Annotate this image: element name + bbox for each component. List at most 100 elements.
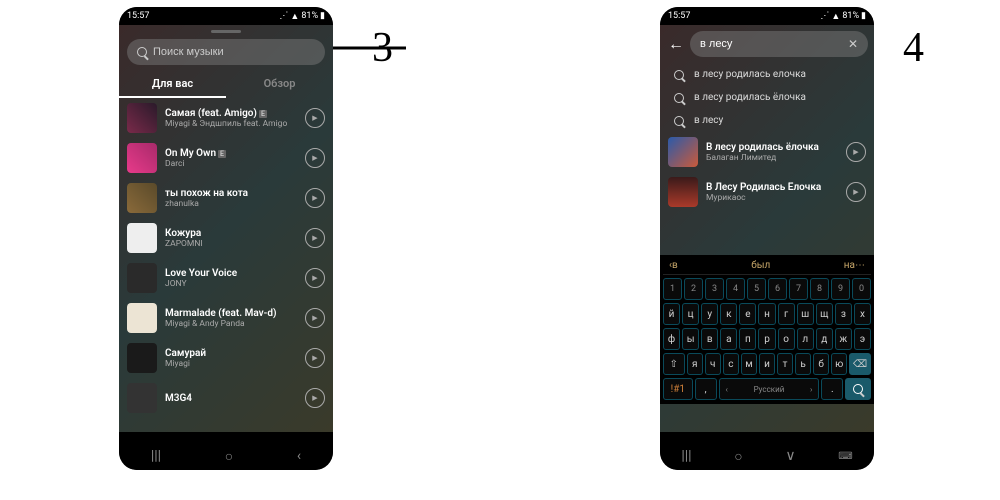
track-row[interactable]: СамурайMiyagi [119,338,333,378]
track-title: On My Own [165,148,216,159]
mini-player[interactable] [119,432,333,442]
keyboard[interactable]: ‹ в был на ⋯ 1234567890 йцукенгшщзх фыва… [660,255,874,404]
track-artist: Miyagi & Andy Panda [165,319,297,329]
play-button[interactable] [846,142,866,162]
key-ы[interactable]: ы [682,328,699,350]
track-title: M3G4 [165,393,297,404]
search-input[interactable] [700,38,842,50]
key-ж[interactable]: ж [835,328,852,350]
key-comma[interactable]: , [695,378,717,400]
track-row[interactable]: Love Your VoiceJONY [119,258,333,298]
key-ш[interactable]: ш [797,303,814,325]
key-7[interactable]: 7 [789,278,808,300]
battery-label: 81% [301,11,318,21]
more-icon[interactable]: ⋯ [855,260,865,271]
key-д[interactable]: д [816,328,833,350]
key-э[interactable]: э [854,328,871,350]
back-button[interactable]: ← [668,34,684,54]
key-я[interactable]: я [687,353,703,375]
key-к[interactable]: к [720,303,737,325]
search-field[interactable]: ✕ [690,31,868,57]
key-г[interactable]: г [778,303,795,325]
key-ь[interactable]: ь [795,353,811,375]
track-row[interactable]: Marmalade (feat. Mav-d)Miyagi & Andy Pan… [119,298,333,338]
play-button[interactable] [305,228,325,248]
key-и[interactable]: и [759,353,775,375]
key-ф[interactable]: ф [663,328,680,350]
track-row[interactable]: ты похож на котаzhanulka [119,178,333,218]
key-9[interactable]: 9 [831,278,850,300]
key-2[interactable]: 2 [684,278,703,300]
play-button[interactable] [305,388,325,408]
nav-home-icon[interactable]: ○ [225,448,233,465]
key-4[interactable]: 4 [726,278,745,300]
key-р[interactable]: р [758,328,775,350]
key-щ[interactable]: щ [816,303,833,325]
key-т[interactable]: т [777,353,793,375]
play-button[interactable] [305,188,325,208]
key-з[interactable]: з [835,303,852,325]
key-3[interactable]: 3 [705,278,724,300]
clear-icon[interactable]: ✕ [848,37,858,51]
key-м[interactable]: м [741,353,757,375]
key-н[interactable]: н [758,303,775,325]
key-search[interactable] [845,378,871,400]
nav-recent-icon[interactable]: ||| [151,448,161,464]
nav-recent-icon[interactable]: ||| [681,448,691,464]
suggestion-row[interactable]: в лесу родилась ёлочка [660,86,874,109]
key-1[interactable]: 1 [663,278,682,300]
album-art [127,103,157,133]
nav-back-icon[interactable]: ‹ [297,448,301,464]
key-й[interactable]: й [663,303,680,325]
result-row[interactable]: В Лесу Родилась ЁлочкаМурикаос [660,172,874,212]
play-button[interactable] [846,182,866,202]
tab-browse[interactable]: Обзор [226,71,333,98]
key-space[interactable]: Русский [719,378,820,400]
search-field[interactable] [127,39,325,65]
nav-keyboard-icon[interactable]: ⌨ [838,451,852,462]
key-у[interactable]: у [701,303,718,325]
key-ч[interactable]: ч [705,353,721,375]
key-х[interactable]: х [854,303,871,325]
suggestion-row[interactable]: в лесу родилась елочка [660,63,874,86]
key-shift[interactable]: ⇧ [663,353,685,375]
key-8[interactable]: 8 [810,278,829,300]
key-ю[interactable]: ю [831,353,847,375]
key-в[interactable]: в [701,328,718,350]
key-е[interactable]: е [739,303,756,325]
step-label-4: 4 [903,24,924,72]
key-0[interactable]: 0 [852,278,871,300]
key-symbols[interactable]: !#1 [663,378,693,400]
suggestion-row[interactable]: в лесу [660,109,874,132]
battery-label: 81% [842,11,859,21]
key-б[interactable]: б [813,353,829,375]
key-period[interactable]: . [821,378,843,400]
play-button[interactable] [305,308,325,328]
key-5[interactable]: 5 [747,278,766,300]
track-row[interactable]: M3G4 [119,378,333,418]
key-а[interactable]: а [720,328,737,350]
key-о[interactable]: о [778,328,795,350]
key-6[interactable]: 6 [768,278,787,300]
result-row[interactable]: В лесу родилась ёлочкаБалаган Лимитед [660,132,874,172]
key-л[interactable]: л [797,328,814,350]
key-backspace[interactable]: ⌫ [849,353,871,375]
key-ц[interactable]: ц [682,303,699,325]
play-button[interactable] [305,268,325,288]
play-button[interactable] [305,148,325,168]
play-button[interactable] [305,108,325,128]
sheet-handle[interactable] [211,30,241,33]
track-row[interactable]: Самая (feat. Amigo)EMiyagi & Эндшпиль fe… [119,98,333,138]
play-button[interactable] [305,348,325,368]
predict-right[interactable]: на [844,260,855,271]
nav-back-icon[interactable]: ∨ [785,448,795,464]
key-с[interactable]: с [723,353,739,375]
track-row[interactable]: КожураZAPOMNI [119,218,333,258]
nav-home-icon[interactable]: ○ [734,448,742,465]
track-list[interactable]: Самая (feat. Amigo)EMiyagi & Эндшпиль fe… [119,98,333,418]
track-row[interactable]: On My OwnEDarci [119,138,333,178]
search-input[interactable] [153,46,315,58]
tab-for-you[interactable]: Для вас [119,71,226,98]
key-п[interactable]: п [739,328,756,350]
predict-mid[interactable]: был [678,260,844,271]
